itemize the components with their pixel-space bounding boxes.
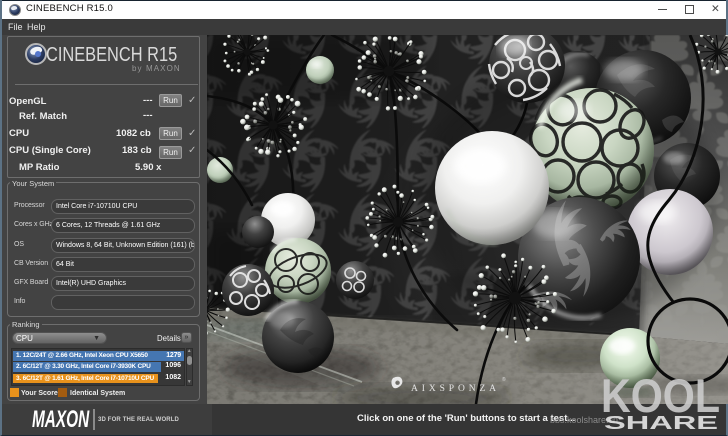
svg-text:®: ® — [502, 376, 506, 383]
svg-text:SHARE: SHARE — [604, 412, 718, 433]
svg-text:AIXSPONZA: AIXSPONZA — [411, 384, 500, 394]
